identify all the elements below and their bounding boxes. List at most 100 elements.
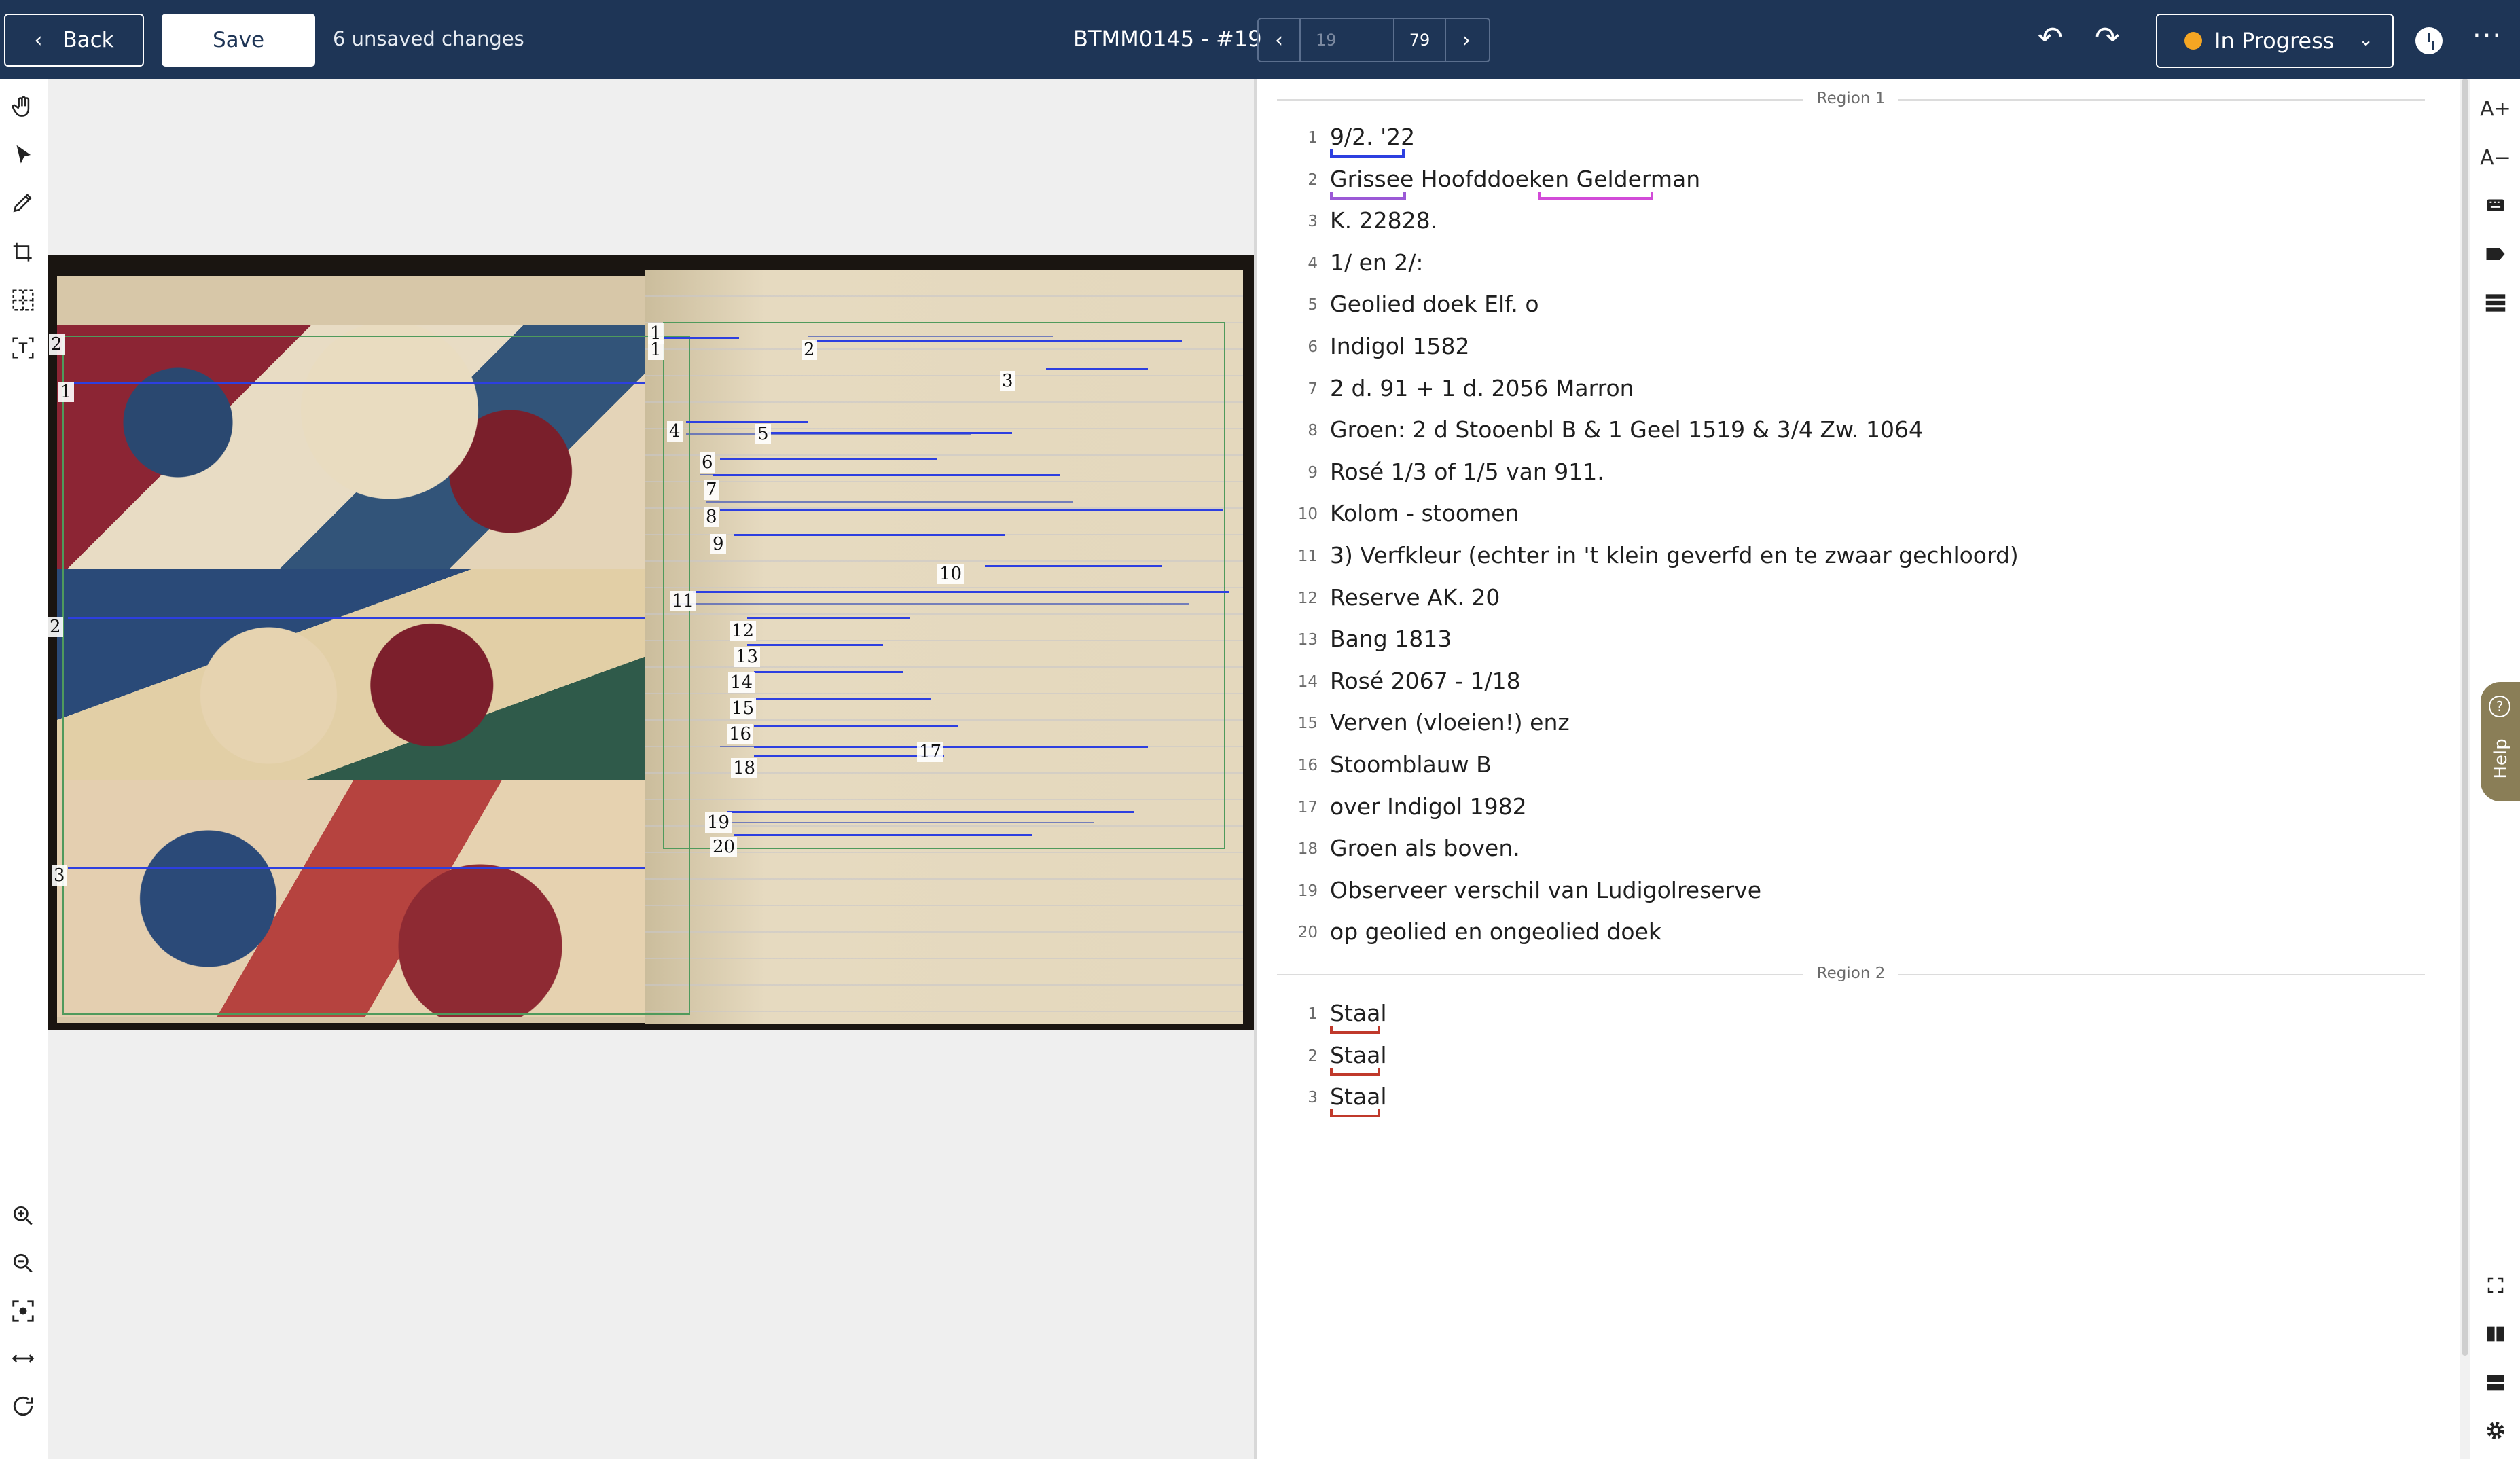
baseline[interactable]: [727, 811, 1134, 813]
line-text[interactable]: Staal: [1330, 1042, 1387, 1068]
line-text[interactable]: over Indigol 1982: [1330, 793, 1527, 820]
baseline[interactable]: [815, 340, 1182, 342]
line-text[interactable]: Groen: 2 d Stooenbl B & 1 Geel 1519 & 3/…: [1330, 416, 1923, 443]
transcription-line[interactable]: 15 Verven (vloeien!) enz: [1277, 706, 2425, 740]
rotate-icon[interactable]: [8, 1391, 38, 1421]
next-page-button[interactable]: ›: [1446, 19, 1487, 61]
line-text[interactable]: Kolom - stoomen: [1330, 500, 1519, 526]
line-text[interactable]: Stoomblauw B: [1330, 751, 1492, 778]
baseline[interactable]: [734, 834, 1032, 836]
line-text[interactable]: Verven (vloeien!) enz: [1330, 709, 1570, 736]
keyboard-icon[interactable]: [2479, 189, 2512, 221]
baseline[interactable]: [68, 867, 645, 869]
transcription-line[interactable]: 14 Rosé 2067 - 1/18: [1277, 665, 2425, 699]
baseline[interactable]: [68, 617, 645, 619]
transcription-line[interactable]: 1 Staal: [1277, 997, 2425, 1034]
transcription-line[interactable]: 3 K. 22828.: [1277, 204, 2425, 238]
transcription-line[interactable]: 3 Staal: [1277, 1081, 2425, 1118]
line-text[interactable]: Reserve AK. 20: [1330, 584, 1500, 611]
baseline[interactable]: [720, 509, 1223, 511]
history-clock-icon[interactable]: [2415, 27, 2443, 54]
annotation-underline[interactable]: [1538, 191, 1653, 200]
hand-icon[interactable]: [8, 92, 38, 122]
baseline[interactable]: [768, 432, 1012, 434]
line-text[interactable]: Staal: [1330, 1083, 1387, 1110]
line-text[interactable]: Geolied doek Elf. o: [1330, 291, 1539, 317]
transcription-line[interactable]: 20 op geolied en ongeolied doek: [1277, 916, 2425, 950]
font-decrease-icon[interactable]: A−: [2479, 141, 2512, 174]
baseline[interactable]: [754, 725, 958, 727]
redo-icon[interactable]: ↷: [2095, 20, 2120, 55]
baseline[interactable]: [693, 591, 1229, 593]
transcription-line[interactable]: 2 Staal: [1277, 1039, 2425, 1076]
more-options-icon[interactable]: ···: [2472, 20, 2502, 52]
line-text[interactable]: Grissee Hoofddoeken Gelderman: [1330, 166, 1700, 192]
help-tab[interactable]: ? Help: [2481, 682, 2520, 801]
back-button[interactable]: ‹ Back: [4, 14, 144, 67]
line-text[interactable]: Indigol 1582: [1330, 333, 1470, 359]
transcription-line[interactable]: 4 1/ en 2/:: [1277, 247, 2425, 281]
cursor-icon[interactable]: [8, 140, 38, 170]
baseline[interactable]: [68, 382, 645, 384]
line-text[interactable]: Observeer verschil van Ludigolreserve: [1330, 877, 1761, 903]
transcription-line[interactable]: 6 Indigol 1582: [1277, 330, 2425, 364]
layers-icon[interactable]: [2479, 287, 2512, 319]
baseline[interactable]: [754, 671, 903, 673]
zoom-in-icon[interactable]: [8, 1201, 38, 1231]
crop-icon[interactable]: [8, 238, 38, 268]
baseline[interactable]: [754, 755, 944, 757]
baseline[interactable]: [664, 337, 739, 339]
line-text[interactable]: Staal: [1330, 1000, 1387, 1026]
transcription-line[interactable]: 8 Groen: 2 d Stooenbl B & 1 Geel 1519 & 3…: [1277, 414, 2425, 448]
fit-width-icon[interactable]: [8, 1344, 38, 1373]
annotation-underline[interactable]: [1330, 1026, 1380, 1034]
zoom-out-icon[interactable]: [8, 1248, 38, 1278]
transcription-line[interactable]: 11 3) Verfkleur (echter in 't klein gever…: [1277, 539, 2425, 573]
line-text[interactable]: Rosé 2067 - 1/18: [1330, 668, 1521, 694]
transcription-line[interactable]: 17 over Indigol 1982: [1277, 791, 2425, 825]
transcription-line[interactable]: 9 Rosé 1/3 of 1/5 van 911.: [1277, 456, 2425, 490]
baseline[interactable]: [720, 458, 937, 460]
transcription-line[interactable]: 13 Bang 1813: [1277, 623, 2425, 657]
transcription-line[interactable]: 5 Geolied doek Elf. o: [1277, 288, 2425, 322]
baseline[interactable]: [747, 644, 883, 646]
baseline[interactable]: [713, 474, 1060, 476]
status-dropdown[interactable]: In Progress ⌄: [2156, 14, 2394, 68]
annotation-underline[interactable]: [1330, 1109, 1380, 1118]
transcription-line[interactable]: 2 Grissee Hoofddoeken Gelderman: [1277, 163, 2425, 200]
baseline[interactable]: [754, 746, 1148, 748]
page-number-input[interactable]: 19: [1299, 19, 1394, 61]
baseline[interactable]: [985, 565, 1162, 567]
fullscreen-icon[interactable]: [2479, 1269, 2512, 1301]
rows-layout-icon[interactable]: [2479, 1367, 2512, 1399]
line-text[interactable]: op geolied en ongeolied doek: [1330, 918, 1661, 945]
line-text[interactable]: 9/2. '22: [1330, 124, 1415, 150]
settings-gear-icon[interactable]: [2479, 1414, 2512, 1447]
transcription-line[interactable]: 7 2 d. 91 + 1 d. 2056 Marron: [1277, 372, 2425, 406]
fit-icon[interactable]: [8, 1296, 38, 1326]
scrollbar-thumb[interactable]: [2462, 79, 2468, 1356]
columns-layout-icon[interactable]: [2479, 1318, 2512, 1350]
baseline[interactable]: [686, 421, 808, 423]
line-text[interactable]: Rosé 1/3 of 1/5 van 911.: [1330, 458, 1604, 485]
annotation-underline[interactable]: [1330, 149, 1405, 158]
transcription-line[interactable]: 19 Observeer verschil van Ludigolreserve: [1277, 874, 2425, 908]
line-text[interactable]: 2 d. 91 + 1 d. 2056 Marron: [1330, 375, 1634, 401]
image-viewer[interactable]: 2 1 2 3 1 1 2 3 4 5 6 7 8 9 10 11 12 13 …: [48, 79, 1254, 1459]
transcription-scrollbar[interactable]: [2460, 79, 2470, 1459]
line-text[interactable]: Groen als boven.: [1330, 835, 1520, 861]
baseline[interactable]: [734, 534, 1005, 536]
save-button[interactable]: Save: [162, 14, 315, 67]
annotation-underline[interactable]: [1330, 191, 1406, 200]
region-box-left[interactable]: [62, 336, 690, 1015]
transcription-line[interactable]: 18 Groen als boven.: [1277, 832, 2425, 866]
font-increase-icon[interactable]: A+: [2479, 92, 2512, 125]
annotation-underline[interactable]: [1330, 1067, 1380, 1076]
line-text[interactable]: K. 22828.: [1330, 207, 1437, 234]
prev-page-button[interactable]: ‹: [1259, 19, 1299, 61]
baseline[interactable]: [754, 698, 931, 700]
line-text[interactable]: 1/ en 2/:: [1330, 249, 1424, 276]
pen-icon[interactable]: [8, 187, 38, 217]
transcription-line[interactable]: 12 Reserve AK. 20: [1277, 581, 2425, 615]
transcription-line[interactable]: 10 Kolom - stoomen: [1277, 497, 2425, 531]
